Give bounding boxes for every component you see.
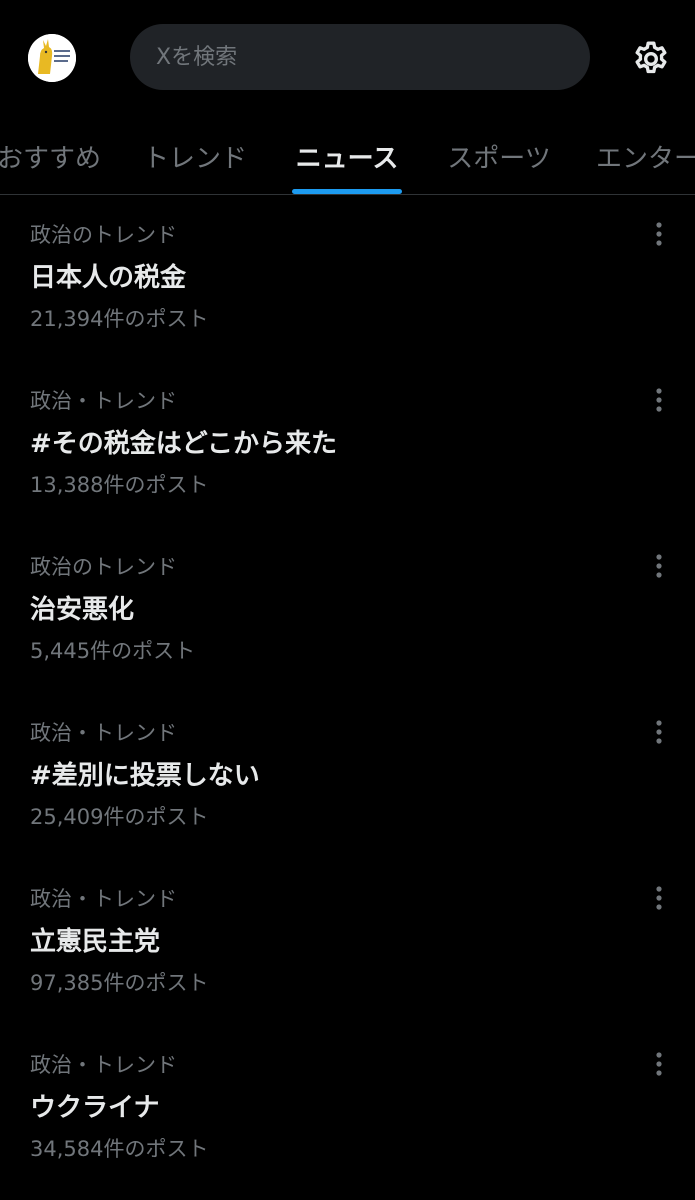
tab-label: ニュース — [295, 143, 399, 174]
more-vertical-icon — [656, 1052, 662, 1076]
trend-post-count: 13,388件のポスト — [30, 473, 209, 497]
search-bar[interactable] — [130, 24, 590, 90]
search-input[interactable] — [154, 43, 558, 71]
more-options-button[interactable] — [644, 1049, 674, 1079]
tab-entertainment[interactable]: エンター — [596, 118, 695, 194]
gear-icon — [635, 41, 667, 74]
avatar-image — [28, 34, 76, 82]
top-app-bar — [0, 0, 695, 118]
more-options-button[interactable] — [644, 883, 674, 913]
tab-label: トレンド — [142, 143, 247, 174]
tab-recommended[interactable]: おすすめ — [0, 118, 104, 194]
trend-context: 政治・トレンド — [30, 389, 177, 413]
trend-topic: 治安悪化 — [30, 595, 135, 625]
more-vertical-icon — [656, 886, 662, 910]
trend-post-count: 34,584件のポスト — [30, 1137, 209, 1161]
more-vertical-icon — [656, 720, 662, 744]
trend-context: 政治のトレンド — [30, 555, 177, 579]
trend-context: 政治・トレンド — [30, 1053, 177, 1077]
trend-post-count: 25,409件のポスト — [30, 805, 209, 829]
trend-item[interactable]: 政治のトレンド 治安悪化 5,445件のポスト — [0, 527, 695, 693]
trend-topic: ウクライナ — [30, 1093, 160, 1123]
avatar[interactable] — [28, 34, 76, 82]
settings-button[interactable] — [628, 36, 674, 82]
tab-trending[interactable]: トレンド — [140, 118, 250, 194]
trend-item[interactable]: 政治のトレンド 日本人の税金 21,394件のポスト — [0, 195, 695, 361]
trend-context: 政治・トレンド — [30, 887, 177, 911]
tab-label: エンター — [596, 143, 695, 174]
tab-label: スポーツ — [447, 143, 551, 174]
trend-item[interactable]: 政治・トレンド ウクライナ 34,584件のポスト — [0, 1025, 695, 1191]
trend-context: 政治のトレンド — [30, 223, 177, 247]
trend-item[interactable]: 政治・トレンド 立憲民主党 97,385件のポスト — [0, 859, 695, 1025]
explore-tabs: おすすめ トレンド ニュース スポーツ エンター — [0, 118, 695, 195]
trend-context: 政治・トレンド — [30, 721, 177, 745]
more-options-button[interactable] — [644, 385, 674, 415]
trend-topic: #その税金はどこから来た — [30, 429, 338, 459]
trend-post-count: 97,385件のポスト — [30, 971, 209, 995]
more-vertical-icon — [656, 554, 662, 578]
more-vertical-icon — [656, 222, 662, 246]
trend-item[interactable]: 政治・トレンド #差別に投票しない 25,409件のポスト — [0, 693, 695, 859]
tab-sports[interactable]: スポーツ — [444, 118, 554, 194]
trend-post-count: 5,445件のポスト — [30, 639, 196, 663]
more-vertical-icon — [656, 388, 662, 412]
tab-news[interactable]: ニュース — [292, 118, 402, 194]
more-options-button[interactable] — [644, 717, 674, 747]
trend-topic: #差別に投票しない — [30, 761, 260, 791]
trend-item[interactable]: 政治・トレンド #その税金はどこから来た 13,388件のポスト — [0, 361, 695, 527]
trend-topic: 立憲民主党 — [30, 927, 161, 957]
tab-label: おすすめ — [0, 143, 101, 174]
active-tab-indicator — [292, 189, 402, 194]
more-options-button[interactable] — [644, 551, 674, 581]
more-options-button[interactable] — [644, 219, 674, 249]
trend-list: 政治のトレンド 日本人の税金 21,394件のポスト 政治・トレンド #その税金… — [0, 195, 695, 1191]
trend-post-count: 21,394件のポスト — [30, 307, 209, 331]
trend-topic: 日本人の税金 — [30, 263, 187, 293]
